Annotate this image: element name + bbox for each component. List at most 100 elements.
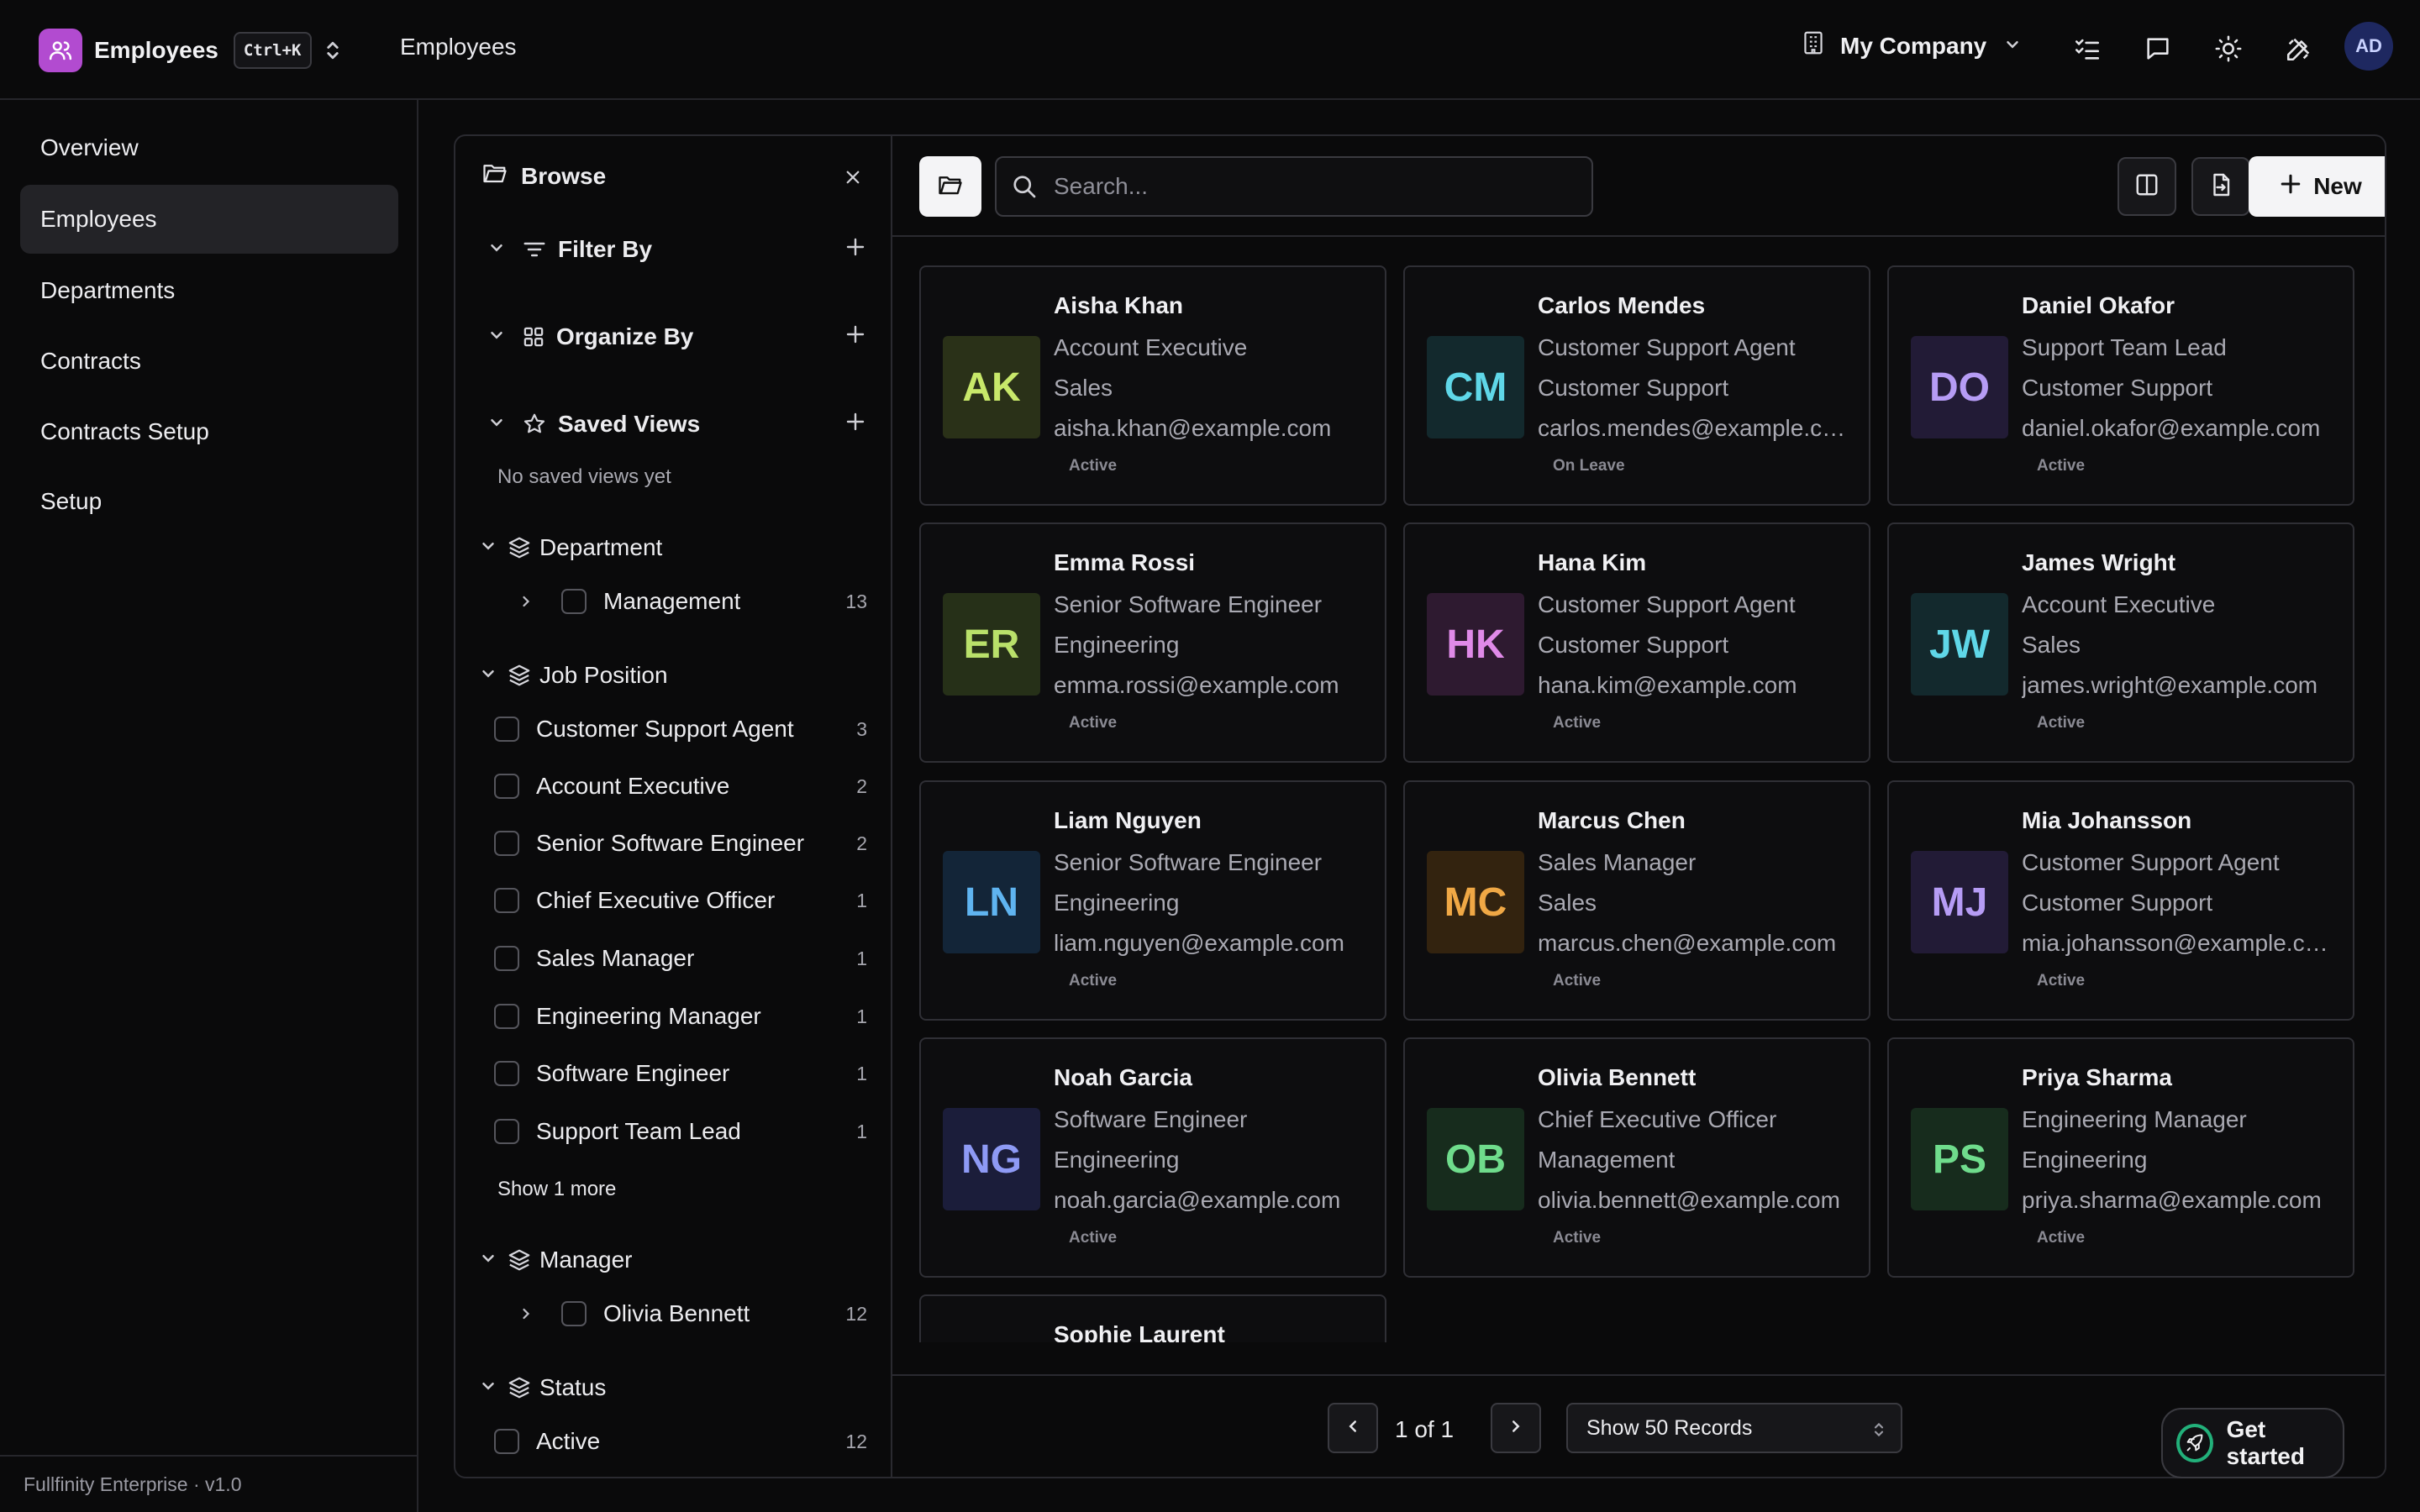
checkbox[interactable]	[494, 1061, 519, 1086]
checkbox[interactable]	[494, 888, 519, 913]
department-facet-title: Department	[539, 534, 663, 560]
get-started-button[interactable]: Get started	[2161, 1408, 2344, 1478]
facet-option-label: Sales Manager	[536, 945, 695, 971]
filter-by-section[interactable]: Filter By	[487, 228, 865, 270]
sidebar-item-overview[interactable]: Overview	[20, 113, 398, 182]
employee-card[interactable]: CM Carlos Mendes Customer Support Agent Cus…	[1403, 265, 1870, 506]
employee-card[interactable]: LN Liam Nguyen Senior Software Engineer Eng…	[919, 780, 1386, 1021]
employee-card[interactable]: OB Olivia Bennett Chief Executive Officer M…	[1403, 1037, 1870, 1278]
company-name: My Company	[1840, 32, 1987, 59]
employee-email: priya.sharma@example.com	[2022, 1187, 2322, 1213]
facet-option[interactable]: Chief Executive Officer 1	[494, 882, 867, 919]
facet-option-count: 13	[845, 590, 867, 612]
employee-card[interactable]: MC Marcus Chen Sales Manager Sales marcus.ch…	[1403, 780, 1870, 1021]
manager-facet-header[interactable]: Manager	[479, 1242, 633, 1278]
chevrons-up-down-icon	[1872, 1420, 1886, 1446]
employee-card[interactable]: ER Emma Rossi Senior Software Engineer Engi…	[919, 522, 1386, 763]
facet-option-label: Senior Software Engineer	[536, 830, 805, 856]
chevron-right-icon[interactable]	[518, 1305, 543, 1322]
breadcrumb[interactable]: Employees	[400, 34, 517, 60]
chevron-down-icon	[479, 662, 497, 689]
facet-option[interactable]: Engineering Manager 1	[494, 998, 867, 1035]
prev-page-button[interactable]	[1328, 1403, 1378, 1453]
new-button[interactable]: New	[2249, 156, 2385, 217]
employee-avatar: MJ	[1911, 851, 2008, 953]
facet-option[interactable]: Sales Manager 1	[494, 940, 867, 977]
employee-department: Engineering	[1054, 632, 1180, 658]
checkbox[interactable]	[494, 717, 519, 742]
search-field[interactable]	[995, 156, 1593, 217]
chevron-down-icon	[487, 236, 506, 263]
checkbox[interactable]	[494, 831, 519, 856]
chevron-right-icon[interactable]	[518, 593, 543, 610]
job-position-facet-header[interactable]: Job Position	[479, 657, 668, 694]
employee-card[interactable]: JW James Wright Account Executive Sales jame…	[1887, 522, 2354, 763]
sidebar-item-departments[interactable]: Departments	[20, 256, 398, 325]
employee-card[interactable]: NG Noah Garcia Software Engineer Engineerin…	[919, 1037, 1386, 1278]
message-icon[interactable]	[2139, 30, 2176, 67]
top-bar: Employees Ctrl+K Employees My Company AD	[0, 0, 2420, 100]
checkbox[interactable]	[494, 1429, 519, 1454]
columns-icon	[2134, 172, 2160, 202]
company-switcher[interactable]: My Company	[1802, 30, 2022, 61]
user-avatar[interactable]: AD	[2344, 22, 2393, 71]
checkbox[interactable]	[494, 1004, 519, 1029]
saved-views-section[interactable]: Saved Views	[487, 403, 865, 445]
split-view-button[interactable]	[2118, 157, 2176, 216]
facet-option[interactable]: Management 13	[518, 583, 867, 620]
sun-icon[interactable]	[2210, 30, 2247, 67]
get-started-label: Get started	[2226, 1416, 2305, 1469]
grid-icon	[523, 326, 544, 348]
show-more-link[interactable]: Show 1 more	[497, 1178, 616, 1201]
checkbox[interactable]	[494, 774, 519, 799]
sidebar-item-contracts[interactable]: Contracts	[20, 327, 398, 396]
browse-toggle-button[interactable]	[919, 156, 981, 217]
employee-department: Engineering	[1054, 890, 1180, 916]
status-badge: Active	[1553, 1229, 1602, 1247]
facet-option[interactable]: Active 12	[494, 1423, 867, 1460]
organize-by-section[interactable]: Organize By	[487, 316, 865, 358]
facet-option[interactable]: Olivia Bennett 12	[518, 1295, 867, 1332]
browse-title: Browse	[521, 162, 607, 189]
export-button[interactable]	[2191, 157, 2250, 216]
status-facet-header[interactable]: Status	[479, 1369, 606, 1406]
version-footer: Fullfinity Enterprise · v1.0	[0, 1455, 418, 1512]
page-size-select[interactable]: Show 50 Records	[1566, 1403, 1902, 1453]
manager-facet-title: Manager	[539, 1247, 633, 1273]
facet-option[interactable]: Support Team Lead 1	[494, 1113, 867, 1150]
sidebar-item-setup[interactable]: Setup	[20, 467, 398, 536]
employee-department: Engineering	[2022, 1147, 2148, 1173]
employee-avatar: DO	[1911, 336, 2008, 438]
employee-email: carlos.mendes@example.com	[1538, 415, 1849, 441]
close-icon[interactable]	[840, 165, 865, 190]
checkbox[interactable]	[561, 589, 587, 614]
employee-card[interactable]: PS Priya Sharma Engineering Manager Enginee…	[1887, 1037, 2354, 1278]
employee-card[interactable]: DO Daniel Okafor Support Team Lead Customer…	[1887, 265, 2354, 506]
facet-option[interactable]: Account Executive 2	[494, 768, 867, 805]
plus-icon[interactable]	[845, 323, 865, 350]
employee-card[interactable]: SLSophie LaurentHR Manager	[919, 1294, 1386, 1342]
employee-card[interactable]: AK Aisha Khan Account Executive Sales aisha.…	[919, 265, 1386, 506]
plus-icon[interactable]	[845, 411, 865, 438]
checkbox[interactable]	[494, 946, 519, 971]
page-size-value: Show 50 Records	[1586, 1415, 1753, 1440]
facet-option[interactable]: Software Engineer 1	[494, 1055, 867, 1092]
sidebar-item-employees[interactable]: Employees	[20, 185, 398, 254]
department-facet-header[interactable]: Department	[479, 529, 662, 566]
sidebar-item-contracts-setup[interactable]: Contracts Setup	[20, 397, 398, 466]
facet-option-label: Software Engineer	[536, 1060, 730, 1086]
facet-option[interactable]: Senior Software Engineer 2	[494, 825, 867, 862]
tasks-icon[interactable]	[2069, 30, 2106, 67]
checkbox[interactable]	[561, 1301, 587, 1326]
employee-card[interactable]: MJ Mia Johansson Customer Support Agent Cus…	[1887, 780, 2354, 1021]
facet-option[interactable]: Customer Support Agent 3	[494, 711, 867, 748]
next-page-button[interactable]	[1491, 1403, 1541, 1453]
employee-position: Customer Support Agent	[1538, 334, 1796, 360]
app-switcher[interactable]: Employees Ctrl+K	[39, 29, 342, 72]
search-input[interactable]	[1054, 173, 1558, 200]
employee-card[interactable]: HK Hana Kim Customer Support Agent Customer…	[1403, 522, 1870, 763]
checkbox[interactable]	[494, 1119, 519, 1144]
plus-icon[interactable]	[845, 236, 865, 263]
filter-icon	[523, 239, 546, 260]
design-tools-icon[interactable]	[2281, 30, 2317, 67]
